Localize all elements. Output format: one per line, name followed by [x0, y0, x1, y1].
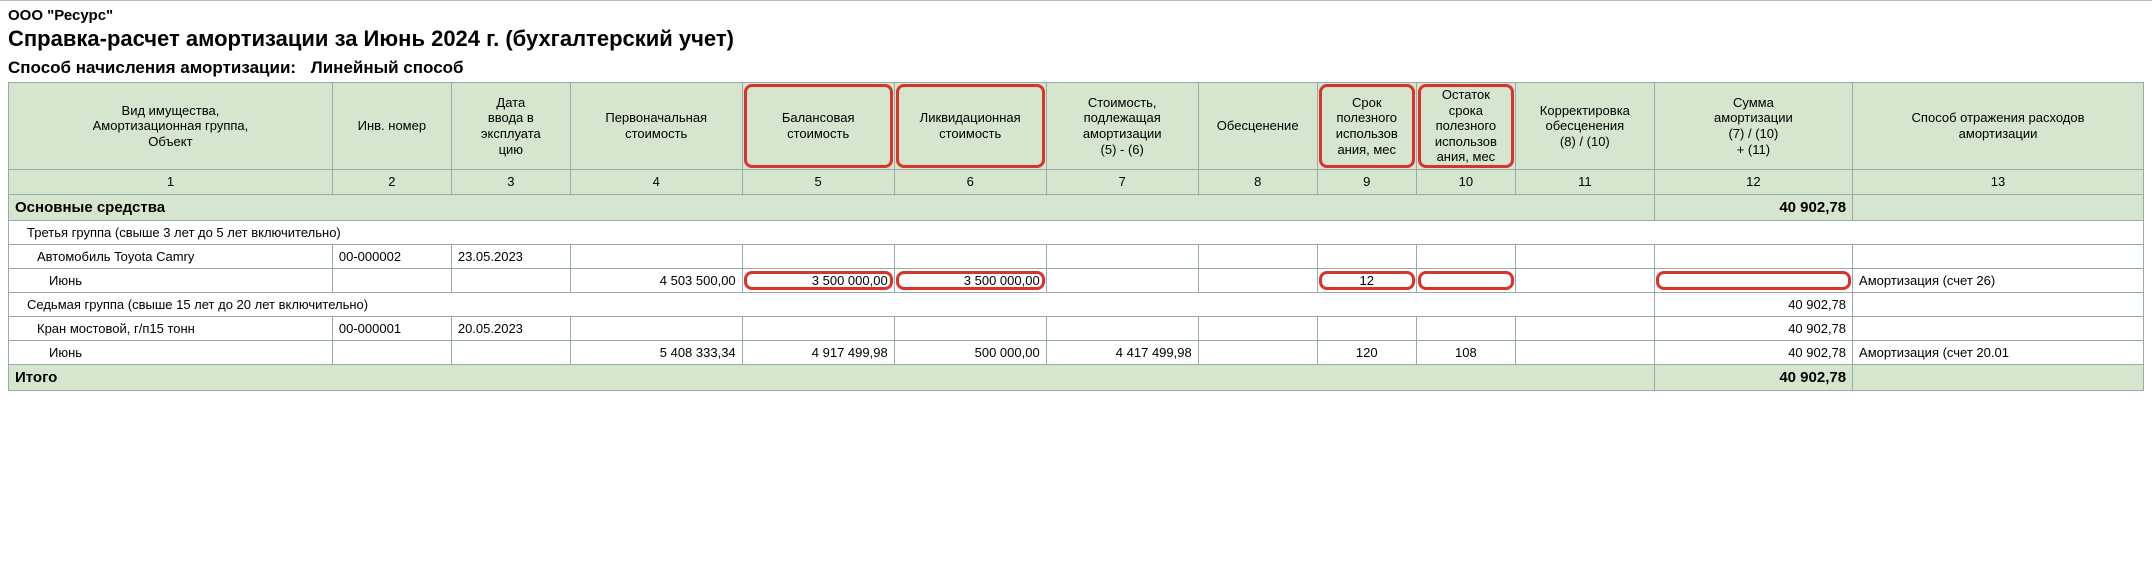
- header-col-13: Способ отражения расходов амортизации: [1853, 83, 2144, 170]
- month-camry-impairment: [1198, 268, 1317, 292]
- colnum-13: 13: [1853, 169, 2144, 194]
- amortization-table: Вид имущества, Амортизационная группа, О…: [8, 82, 2144, 391]
- colnum-6: 6: [894, 169, 1046, 194]
- header-col-4: Первоначальная стоимость: [570, 83, 742, 170]
- item-camry-date: 23.05.2023: [451, 244, 570, 268]
- colnum-9: 9: [1317, 169, 1416, 194]
- group-3-label: Третья группа (свыше 3 лет до 5 лет вклю…: [9, 220, 2144, 244]
- colnum-12: 12: [1654, 169, 1852, 194]
- header-row: Вид имущества, Амортизационная группа, О…: [9, 83, 2144, 170]
- month-crane-amort: 4 417 499,98: [1046, 340, 1198, 364]
- month-camry-term: 12: [1317, 268, 1416, 292]
- report-page: ООО "Ресурс" Справка-расчет амортизации …: [0, 0, 2152, 397]
- month-crane-balance: 4 917 499,98: [742, 340, 894, 364]
- item-crane-row: Кран мостовой, г/п15 тонн 00-000001 20.0…: [9, 316, 2144, 340]
- month-crane-impairment: [1198, 340, 1317, 364]
- month-camry-balance: 3 500 000,00: [742, 268, 894, 292]
- colnum-8: 8: [1198, 169, 1317, 194]
- month-crane-corr: [1515, 340, 1654, 364]
- colnum-11: 11: [1515, 169, 1654, 194]
- colnum-1: 1: [9, 169, 333, 194]
- month-camry-term-remain: [1416, 268, 1515, 292]
- item-crane-date: 20.05.2023: [451, 316, 570, 340]
- section-label: Основные средства: [9, 194, 1655, 220]
- month-crane-expense: Амортизация (счет 20.01: [1853, 340, 2144, 364]
- header-col-1: Вид имущества, Амортизационная группа, О…: [9, 83, 333, 170]
- item-crane-inv: 00-000001: [332, 316, 451, 340]
- header-col-9: Срок полезного использов ания, мес: [1317, 83, 1416, 170]
- section-sum: 40 902,78: [1654, 194, 1852, 220]
- header-col-2: Инв. номер: [332, 83, 451, 170]
- total-row: Итого 40 902,78: [9, 364, 2144, 390]
- month-camry-initial: 4 503 500,00: [570, 268, 742, 292]
- group-7-label: Седьмая группа (свыше 15 лет до 20 лет в…: [9, 292, 1655, 316]
- month-camry-liquidation: 3 500 000,00: [894, 268, 1046, 292]
- company-name: ООО "Ресурс": [8, 7, 2144, 24]
- month-crane-initial: 5 408 333,34: [570, 340, 742, 364]
- colnum-4: 4: [570, 169, 742, 194]
- month-crane-row: Июнь 5 408 333,34 4 917 499,98 500 000,0…: [9, 340, 2144, 364]
- month-camry-corr: [1515, 268, 1654, 292]
- method-line: Способ начисления амортизации: Линейный …: [8, 58, 2144, 78]
- total-label: Итого: [9, 364, 1655, 390]
- month-camry-amort: [1046, 268, 1198, 292]
- method-value: Линейный способ: [311, 58, 464, 78]
- month-crane-term-remain: 108: [1416, 340, 1515, 364]
- method-label: Способ начисления амортизации:: [8, 58, 296, 78]
- header-col-12: Сумма амортизации (7) / (10) + (11): [1654, 83, 1852, 170]
- section-empty: [1853, 194, 2144, 220]
- colnum-2: 2: [332, 169, 451, 194]
- group-7-row: Седьмая группа (свыше 15 лет до 20 лет в…: [9, 292, 2144, 316]
- header-col-7: Стоимость, подлежащая амортизации (5) - …: [1046, 83, 1198, 170]
- report-title: Справка-расчет амортизации за Июнь 2024 …: [8, 26, 2144, 52]
- item-camry-inv: 00-000002: [332, 244, 451, 268]
- month-camry-label: Июнь: [9, 268, 333, 292]
- header-col-3: Дата ввода в эксплуата цию: [451, 83, 570, 170]
- month-crane-sum: 40 902,78: [1654, 340, 1852, 364]
- total-sum: 40 902,78: [1654, 364, 1852, 390]
- header-number-row: 1 2 3 4 5 6 7 8 9 10 11 12 13: [9, 169, 2144, 194]
- month-crane-term: 120: [1317, 340, 1416, 364]
- month-crane-label: Июнь: [9, 340, 333, 364]
- colnum-7: 7: [1046, 169, 1198, 194]
- colnum-5: 5: [742, 169, 894, 194]
- item-crane-name: Кран мостовой, г/п15 тонн: [9, 316, 333, 340]
- total-empty: [1853, 364, 2144, 390]
- month-camry-expense: Амортизация (счет 26): [1853, 268, 2144, 292]
- month-camry-sum: [1654, 268, 1852, 292]
- header-col-5: Балансовая стоимость: [742, 83, 894, 170]
- item-crane-sum: 40 902,78: [1654, 316, 1852, 340]
- item-camry-row: Автомобиль Toyota Camry 00-000002 23.05.…: [9, 244, 2144, 268]
- group-7-sum: 40 902,78: [1654, 292, 1852, 316]
- section-fixed-assets: Основные средства 40 902,78: [9, 194, 2144, 220]
- item-camry-name: Автомобиль Toyota Camry: [9, 244, 333, 268]
- header-col-11: Корректировка обесценения (8) / (10): [1515, 83, 1654, 170]
- header-col-8: Обесценение: [1198, 83, 1317, 170]
- header-col-6: Ликвидационная стоимость: [894, 83, 1046, 170]
- header-col-10: Остаток срока полезного использов ания, …: [1416, 83, 1515, 170]
- month-crane-liquidation: 500 000,00: [894, 340, 1046, 364]
- group-3-row: Третья группа (свыше 3 лет до 5 лет вклю…: [9, 220, 2144, 244]
- month-camry-row: Июнь 4 503 500,00 3 500 000,00 3 500 000…: [9, 268, 2144, 292]
- colnum-10: 10: [1416, 169, 1515, 194]
- colnum-3: 3: [451, 169, 570, 194]
